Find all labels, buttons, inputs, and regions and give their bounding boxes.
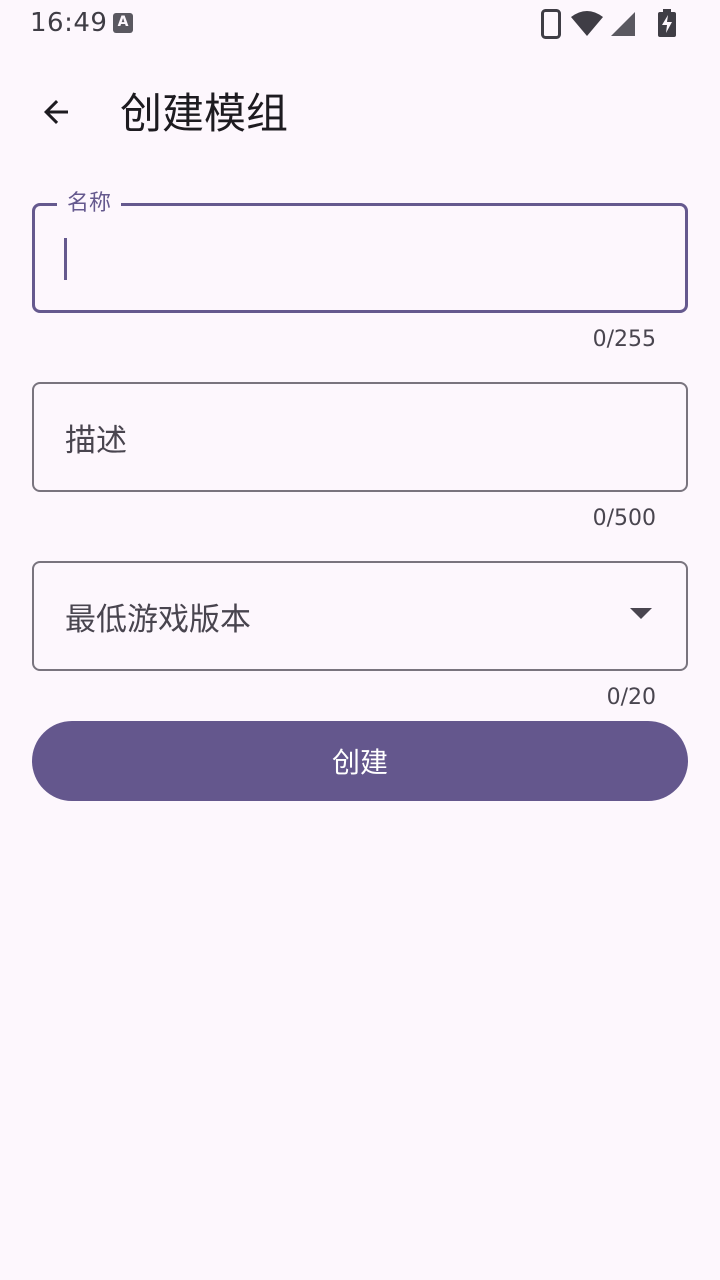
- create-button[interactable]: 创建: [32, 721, 688, 801]
- back-button[interactable]: [28, 84, 84, 140]
- dropdown-arrow-icon[interactable]: [630, 608, 652, 619]
- status-bar: 16:49 A: [0, 0, 720, 48]
- phone-icon: [541, 9, 561, 39]
- name-field[interactable]: 名称: [32, 189, 688, 313]
- min-game-version-counter: 0/20: [606, 685, 656, 710]
- description-field[interactable]: 描述: [32, 382, 688, 492]
- wifi-icon: [571, 11, 603, 36]
- create-mod-screen: 16:49 A 创建模组 名称 0/255 描述 0/500 最低游戏版本 0/…: [0, 0, 720, 1280]
- min-game-version-label: 最低游戏版本: [65, 601, 251, 638]
- status-time: 16:49: [30, 8, 108, 38]
- description-counter: 0/500: [592, 506, 656, 531]
- text-cursor: [64, 238, 67, 280]
- page-title: 创建模组: [120, 89, 289, 138]
- cell-signal-icon: [611, 12, 635, 36]
- description-field-label: 描述: [65, 422, 127, 459]
- min-game-version-dropdown[interactable]: 最低游戏版本: [32, 561, 688, 671]
- arrow-back-icon: [44, 100, 68, 124]
- name-counter: 0/255: [592, 327, 656, 352]
- battery-charging-icon: [658, 9, 676, 37]
- keyboard-a-icon: A: [113, 13, 133, 33]
- top-app-bar: 创建模组: [0, 76, 720, 152]
- name-field-label: 名称: [57, 189, 122, 219]
